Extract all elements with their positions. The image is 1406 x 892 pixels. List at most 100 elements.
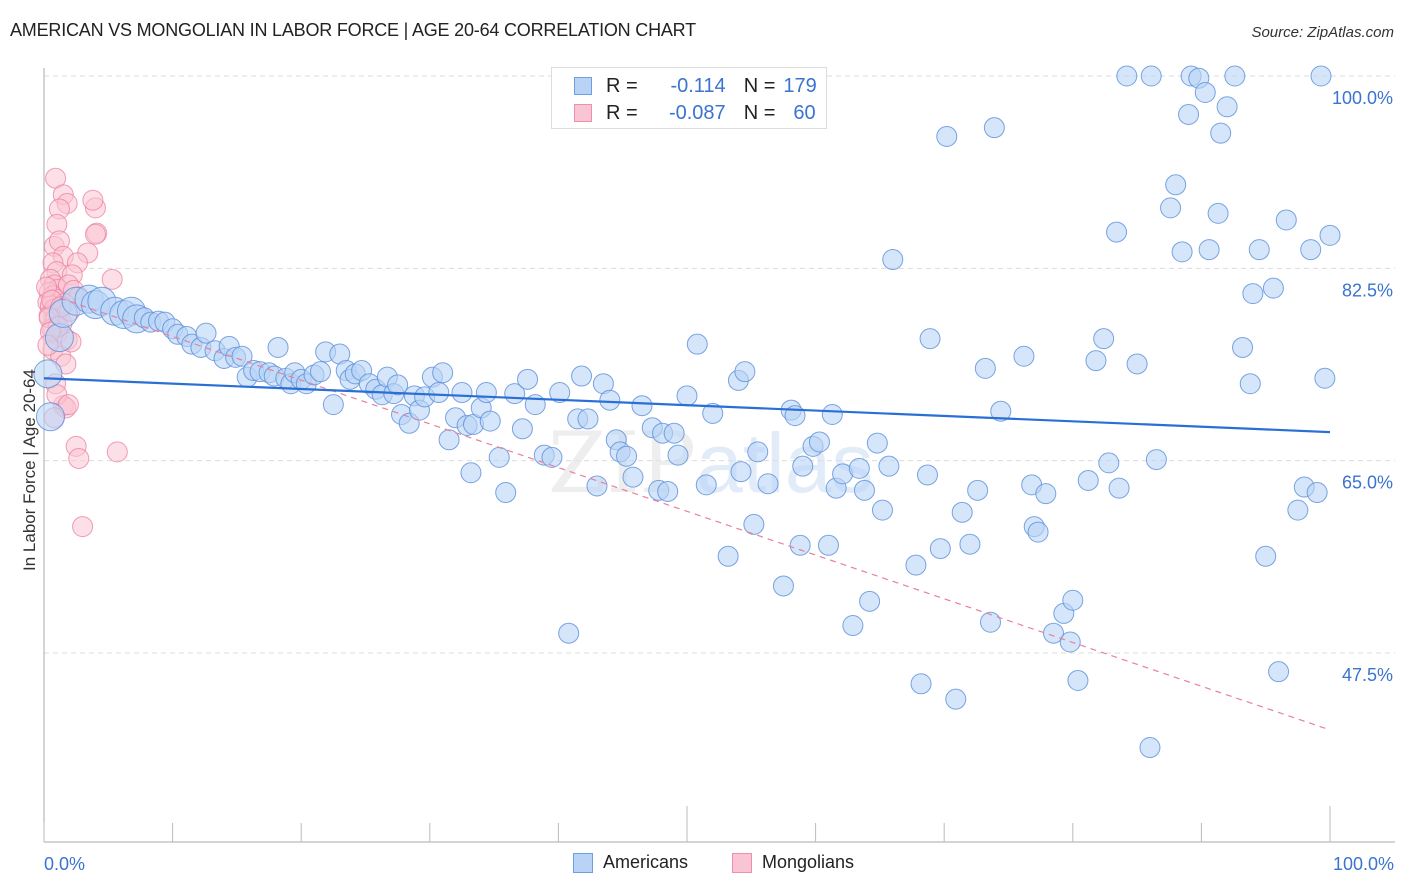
american-point: [479, 410, 501, 432]
r-value: -0.114: [670, 74, 726, 97]
american-point: [853, 479, 875, 501]
american-point: [1165, 174, 1187, 196]
american-point: [495, 482, 517, 504]
american-point: [959, 533, 981, 555]
american-point: [1139, 737, 1161, 759]
american-point: [676, 385, 698, 407]
n-label: N =: [743, 101, 776, 124]
legend-item-americans[interactable]: Americans: [573, 852, 688, 873]
american-point: [1242, 283, 1264, 305]
american-point: [475, 382, 497, 404]
scatter-chart: ZIPatlas 0.0%100.0% 100.0%82.5%65.0%47.5…: [33, 65, 1395, 874]
american-point: [743, 513, 765, 535]
mongolian-point: [82, 189, 104, 211]
american-point: [1248, 239, 1270, 261]
american-point: [1319, 224, 1341, 246]
american-point: [1216, 96, 1238, 118]
americans-points: [33, 65, 1341, 759]
american-point: [730, 461, 752, 483]
american-point: [1067, 669, 1089, 691]
american-point: [488, 446, 510, 468]
american-point: [821, 404, 843, 426]
y-tick-label: 100.0%: [1332, 88, 1393, 108]
american-point: [859, 590, 881, 612]
american-point: [1093, 328, 1115, 350]
stats-row-americans: R = -0.114 N = 179: [574, 73, 817, 99]
american-point: [1232, 336, 1254, 358]
bottom-legend: Americans Mongolians: [0, 852, 1406, 878]
american-point: [432, 362, 454, 384]
american-point: [1255, 545, 1277, 567]
y-tick-label: 65.0%: [1342, 473, 1393, 493]
r-label: R =: [606, 74, 638, 97]
american-point: [717, 545, 739, 567]
american-point: [267, 336, 289, 358]
american-point: [309, 361, 331, 383]
mongolians-swatch: [574, 104, 592, 122]
american-point: [695, 474, 717, 496]
american-point: [322, 394, 344, 416]
american-point: [541, 446, 563, 468]
american-point: [878, 455, 900, 477]
american-point: [667, 444, 689, 466]
mongolian-point: [84, 223, 106, 245]
american-point: [1116, 65, 1138, 87]
american-point: [663, 422, 685, 444]
american-point: [511, 418, 533, 440]
american-point: [1085, 350, 1107, 372]
american-point: [1210, 122, 1232, 144]
american-point: [686, 333, 708, 355]
mongolian-point: [106, 441, 128, 463]
american-point: [451, 382, 473, 404]
american-point: [919, 328, 941, 350]
american-point: [517, 368, 539, 390]
american-point: [1306, 482, 1328, 504]
legend-item-mongolians[interactable]: Mongolians: [732, 852, 854, 873]
american-point: [1178, 103, 1200, 125]
n-value: 60: [793, 101, 816, 124]
americans-swatch: [573, 852, 593, 873]
american-point: [1239, 373, 1261, 395]
american-point: [1106, 221, 1128, 243]
american-point: [1262, 277, 1284, 299]
american-point: [1207, 202, 1229, 224]
american-point: [951, 501, 973, 523]
american-point: [842, 615, 864, 637]
mongolian-point: [68, 447, 90, 469]
american-point: [1310, 65, 1332, 87]
american-point: [460, 462, 482, 484]
legend-label: Mongolians: [762, 852, 855, 872]
american-point: [905, 554, 927, 576]
american-point: [792, 455, 814, 477]
american-point: [1160, 197, 1182, 219]
american-point: [1145, 449, 1167, 471]
american-point: [916, 464, 938, 486]
american-point: [974, 357, 996, 379]
mongolian-point: [101, 268, 123, 290]
american-point: [1268, 661, 1290, 683]
american-point: [910, 673, 932, 695]
american-point: [428, 382, 450, 404]
american-point: [929, 538, 951, 560]
american-point: [1171, 241, 1193, 263]
american-point: [1275, 209, 1297, 231]
american-point: [734, 361, 756, 383]
american-point: [808, 431, 830, 453]
n-value: 179: [783, 74, 817, 97]
american-point: [979, 611, 1001, 633]
american-point: [757, 473, 779, 495]
y-tick-labels: 100.0% 82.5% 65.0% 47.5%: [1332, 88, 1393, 685]
american-point: [1198, 239, 1220, 261]
american-point: [967, 479, 989, 501]
american-point: [35, 402, 65, 432]
american-point: [1108, 477, 1130, 499]
watermark: ZIPatlas: [548, 414, 874, 512]
y-tick-label: 47.5%: [1342, 665, 1393, 685]
mongolians-swatch: [732, 852, 752, 873]
stats-row-mongolians: R = -0.087 N = 60: [574, 100, 816, 126]
american-point: [1287, 499, 1309, 521]
american-point: [772, 575, 794, 597]
american-point: [44, 323, 74, 353]
mongolian-point: [72, 516, 94, 538]
american-point: [1098, 452, 1120, 474]
